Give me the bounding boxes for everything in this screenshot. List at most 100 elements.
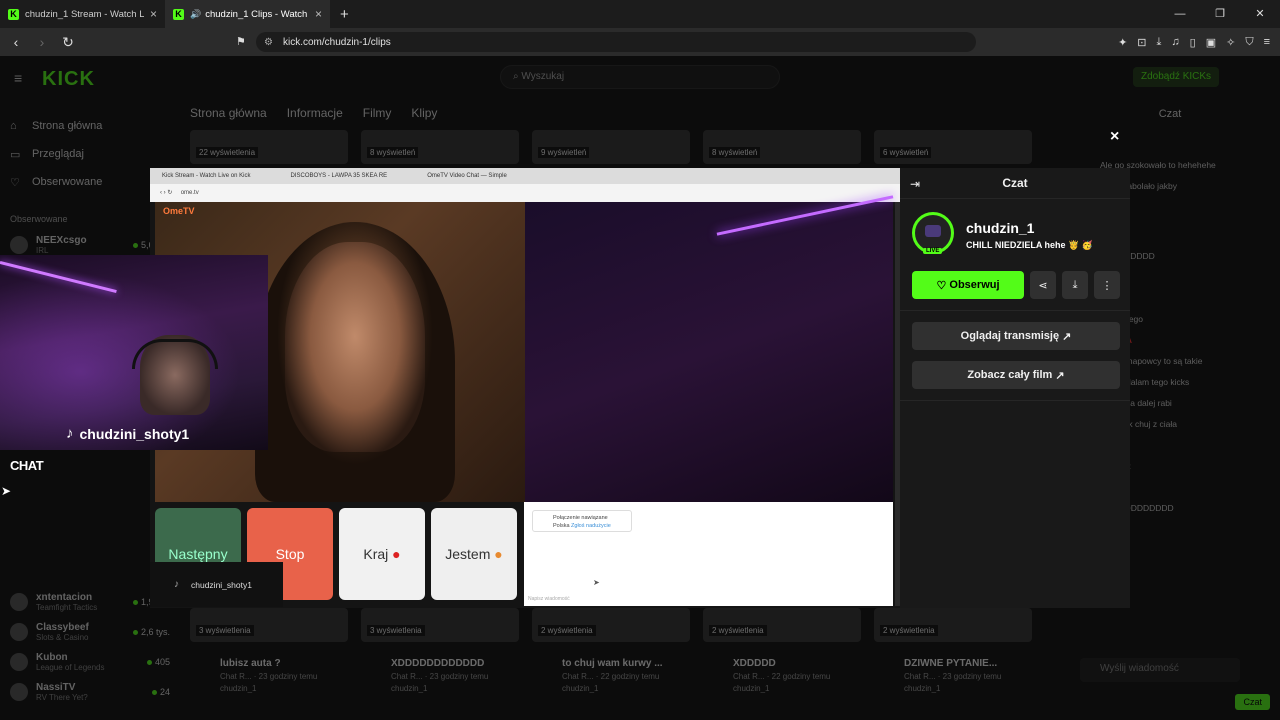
kick-favicon-icon: K: [173, 8, 184, 20]
translate-icon[interactable]: ⊡: [1137, 36, 1146, 49]
clip-card[interactable]: 22 wyświetlenia: [190, 130, 348, 164]
tab-info[interactable]: Informacje: [287, 106, 343, 120]
tiktok-icon: ♪: [174, 579, 179, 590]
clip-item[interactable]: DZIWNE PYTANIE... Chat R... · 23 godziny …: [874, 658, 1032, 693]
clip-card[interactable]: 6 wyświetleń: [874, 130, 1032, 164]
clip-item[interactable]: lubisz auta ? Chat R... · 23 godziny temu…: [190, 658, 348, 693]
url-field[interactable]: ⚙ kick.com/chudzin-1/clips: [256, 32, 976, 52]
full-video-button[interactable]: Zobacz cały film ↗: [912, 361, 1120, 389]
sidebar-item-following[interactable]: ♡ Obserwowane: [10, 168, 170, 196]
vpn-icon[interactable]: ⛉: [1245, 36, 1253, 49]
clip-card[interactable]: 8 wyświetleń: [361, 130, 519, 164]
flag-pl-icon: ●: [392, 546, 401, 562]
minimize-icon[interactable]: —: [1160, 0, 1200, 28]
browser-tabbar: K chudzin_1 Stream - Watch Live on Ki × …: [0, 0, 1280, 28]
live-dot-icon: [132, 630, 138, 635]
mouse-cursor-icon: ➤: [1, 484, 12, 498]
close-window-icon[interactable]: ✕: [1240, 0, 1280, 28]
streamer-webcam: [0, 255, 268, 450]
streamer-name[interactable]: chudzin_1: [966, 220, 1034, 236]
followed-channel[interactable]: Kubon League of Legends 405: [10, 647, 170, 677]
puzzle-icon[interactable]: ✦: [1118, 36, 1127, 49]
clip-cards-bottom: 3 wyświetlenia 3 wyświetlenia 2 wyświetl…: [190, 608, 1032, 642]
channel-game: League of Legends: [36, 663, 105, 672]
sidebar-lower: xntentacionTeamfight Tactics 1,9 tys. Cl…: [10, 587, 170, 707]
clip-card[interactable]: 9 wyświetleń: [532, 130, 690, 164]
headphones: [132, 339, 218, 369]
country-label: Kraj: [363, 546, 389, 562]
channel-name: Classybeef: [36, 622, 89, 633]
wallet-icon[interactable]: ▣: [1206, 36, 1216, 49]
search-placeholder: Wyszukaj: [521, 71, 565, 82]
site-info-icon[interactable]: ⚙: [264, 37, 273, 48]
close-modal-button[interactable]: ×: [1110, 128, 1119, 146]
tiktok-handle-small: chudzini_shoty1: [191, 579, 252, 590]
music-icon[interactable]: ♫: [1171, 36, 1179, 48]
connection-notice: Połączenie nawiązane Polska Zgłoś naduży…: [532, 510, 632, 532]
speaker-icon[interactable]: 🔊: [190, 9, 201, 20]
gender-button[interactable]: Jestem ●: [431, 508, 517, 600]
channel-name: NassiTV: [36, 682, 76, 693]
channel-game: Teamfight Tactics: [36, 603, 98, 612]
live-dot-icon: [132, 600, 138, 605]
clip-title: to chuj wam kurwy ...: [562, 658, 663, 669]
follow-button[interactable]: ♡ Obserwuj: [912, 271, 1024, 299]
forward-icon[interactable]: ›: [32, 34, 52, 50]
clip-item[interactable]: XDDDDDDDDDDDD Chat R... · 23 godziny temu…: [361, 658, 519, 693]
connection-title: Połączenie nawiązane: [553, 515, 608, 521]
bookmark-icon[interactable]: ⚑: [236, 35, 246, 48]
chat-send-input[interactable]: Wyślij wiadomość: [1080, 658, 1240, 682]
clip-card[interactable]: 2 wyświetlenia: [532, 608, 690, 642]
more-button[interactable]: ⋮: [1094, 271, 1120, 299]
home-icon: ⌂: [10, 120, 17, 132]
search-input[interactable]: ⌕ Wyszukaj: [500, 65, 780, 89]
clip-card[interactable]: 3 wyświetlenia: [190, 608, 348, 642]
kick-logo[interactable]: KICK: [42, 68, 95, 91]
get-kicks-button[interactable]: Zdobądź KICKs: [1133, 67, 1220, 87]
watch-stream-button[interactable]: Oglądaj transmisję ↗: [912, 322, 1120, 350]
views: 22 wyświetlenia: [196, 147, 259, 158]
ometv-logo: OmeTV: [163, 206, 195, 216]
channel-game: Slots & Casino: [36, 633, 89, 642]
browser-tab-active[interactable]: K 🔊 chudzin_1 Clips - Watch Live ×: [165, 0, 330, 28]
tab-clips[interactable]: Klipy: [411, 106, 437, 120]
download-icon[interactable]: ⤓: [1157, 36, 1162, 49]
followed-channel[interactable]: NassiTV RV There Yet? 24: [10, 677, 170, 707]
new-tab-button[interactable]: +: [340, 6, 349, 23]
followed-channel[interactable]: xntentacionTeamfight Tactics 1,9 tys.: [10, 587, 170, 617]
clip-card[interactable]: 2 wyświetlenia: [703, 608, 861, 642]
ai-icon[interactable]: ✧: [1226, 36, 1235, 49]
ometv-message-input[interactable]: Napisz wiadomość: [528, 596, 570, 602]
back-icon[interactable]: ‹: [6, 34, 26, 50]
sidebar-item-browse[interactable]: ▭ Przeglądaj: [10, 140, 170, 168]
hamburger-icon[interactable]: ≡: [14, 70, 22, 86]
tab-videos[interactable]: Filmy: [363, 106, 392, 120]
browser-tab[interactable]: K chudzin_1 Stream - Watch Live on Ki ×: [0, 0, 165, 28]
clip-author: chudzin_1: [562, 684, 599, 693]
close-tab-icon[interactable]: ×: [315, 7, 322, 21]
clip-card[interactable]: 3 wyświetlenia: [361, 608, 519, 642]
followed-channel[interactable]: Classybeef Slots & Casino 2,6 tys.: [10, 617, 170, 647]
sidebar-item-home[interactable]: ⌂ Strona główna: [10, 112, 170, 140]
close-tab-icon[interactable]: ×: [150, 7, 157, 21]
recorded-tab: DISCOBOYS - LAWPA 35 SKEA RE: [290, 173, 388, 179]
person-icon: ●: [494, 546, 503, 562]
avatar: [10, 653, 28, 671]
country-button[interactable]: Kraj ●: [339, 508, 425, 600]
restore-icon[interactable]: ❐: [1200, 0, 1240, 28]
clip-card[interactable]: 2 wyświetlenia: [874, 608, 1032, 642]
tab-home[interactable]: Strona główna: [190, 106, 267, 120]
sidebar-icon[interactable]: ▯: [1190, 36, 1196, 49]
menu-icon[interactable]: ≡: [1264, 36, 1270, 48]
clip-card[interactable]: 8 wyświetleń: [703, 130, 861, 164]
channel-name: xntentacion: [36, 592, 93, 603]
clip-item[interactable]: XDDDDD Chat R... · 22 godziny temu chudzin…: [703, 658, 861, 693]
download-button[interactable]: ⤓: [1062, 271, 1088, 299]
reload-icon[interactable]: ↻: [58, 34, 78, 51]
ometv-chat-box: Połączenie nawiązane Polska Zgłoś naduży…: [524, 502, 893, 606]
clip-title: lubisz auta ?: [220, 658, 281, 669]
chat-send-button[interactable]: Czat: [1235, 694, 1270, 710]
clip-item[interactable]: to chuj wam kurwy ... Chat R... · 22 godz…: [532, 658, 690, 693]
share-button[interactable]: ⋖: [1030, 271, 1056, 299]
report-link[interactable]: Zgłoś nadużycie: [571, 523, 611, 529]
